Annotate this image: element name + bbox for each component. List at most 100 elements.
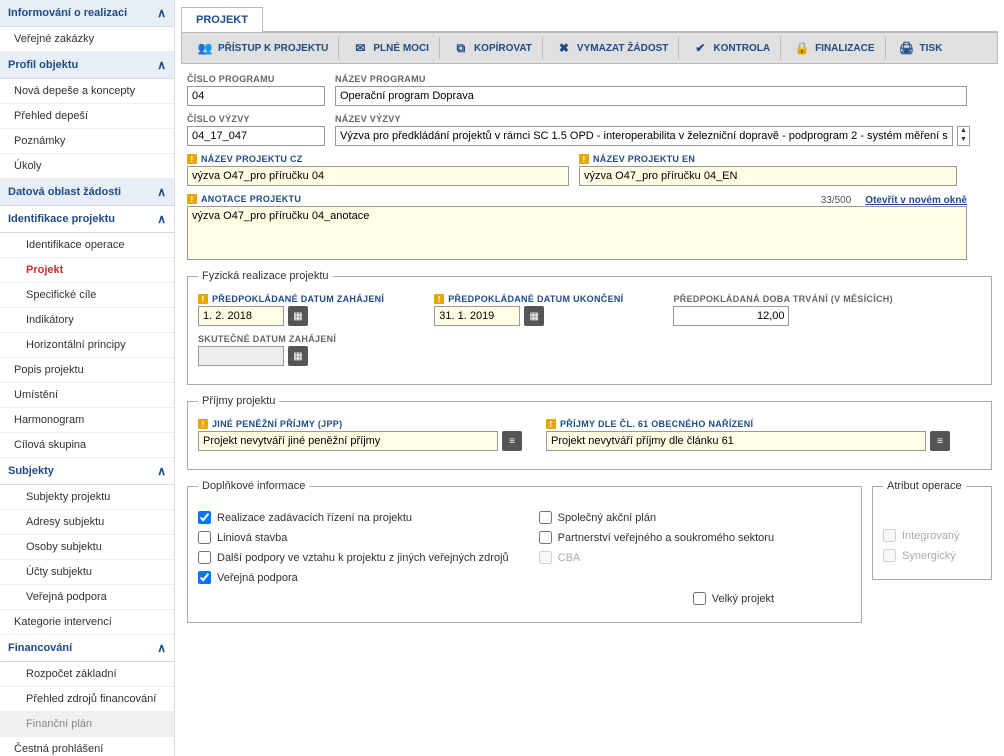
checkbox-row-verejna: Veřejná podpora bbox=[198, 571, 509, 584]
checkbox-velky[interactable] bbox=[693, 592, 706, 605]
sidebar-item-cestna[interactable]: Čestná prohlášení bbox=[0, 737, 174, 756]
input-cl61[interactable] bbox=[546, 431, 926, 451]
checkbox-row-velky: Velký projekt bbox=[539, 592, 774, 605]
toolbar-finalizace[interactable]: 🔒 FINALIZACE bbox=[785, 37, 885, 59]
label-dat-ukon: PŘEDPOKLÁDANÉ DATUM UKONČENÍ bbox=[434, 294, 623, 304]
sidebar-item-ucty[interactable]: Účty subjektu bbox=[0, 560, 174, 585]
input-jpp[interactable] bbox=[198, 431, 498, 451]
sidebar-item-horiz[interactable]: Horizontální principy bbox=[0, 333, 174, 358]
sidebar-item-kateg[interactable]: Kategorie intervencí bbox=[0, 610, 174, 635]
sidebar-group-datova[interactable]: Datová oblast žádosti∧ bbox=[0, 179, 174, 206]
sidebar-item-rozpocet[interactable]: Rozpočet základní bbox=[0, 662, 174, 687]
label-cislo-vyzvy: ČÍSLO VÝZVY bbox=[187, 114, 325, 124]
chevron-up-icon: ∧ bbox=[157, 6, 166, 20]
sidebar-group-fin[interactable]: Financování∧ bbox=[0, 635, 174, 662]
sidebar-item-indik[interactable]: Indikátory bbox=[0, 308, 174, 333]
toolbar-plnemoci[interactable]: ✉PLNÉ MOCI bbox=[343, 37, 440, 59]
field-cl61: PŘÍJMY DLE ČL. 61 OBECNÉHO NAŘÍZENÍ ≡ bbox=[546, 419, 950, 451]
checkbox-row-spol: Společný akční plán bbox=[539, 511, 774, 524]
checkbox-row-partner: Partnerství veřejného a soukromého sekto… bbox=[539, 531, 774, 544]
legend-dopl: Doplňkové informace bbox=[198, 480, 309, 492]
chevron-up-icon: ∧ bbox=[157, 641, 166, 655]
sidebar-item-popis[interactable]: Popis projektu bbox=[0, 358, 174, 383]
toolbar-kontrola[interactable]: ✔KONTROLA bbox=[683, 37, 781, 59]
checkbox-realiz[interactable] bbox=[198, 511, 211, 524]
sidebar-group-profil[interactable]: Profil objektu∧ bbox=[0, 52, 174, 79]
sidebar-item-projekt[interactable]: Projekt bbox=[0, 258, 174, 283]
legend-fyzicka: Fyzická realizace projektu bbox=[198, 270, 333, 282]
sidebar-group-subj[interactable]: Subjekty∧ bbox=[0, 458, 174, 485]
sidebar-item-harmon[interactable]: Harmonogram bbox=[0, 408, 174, 433]
input-dat-ukon[interactable] bbox=[434, 306, 520, 326]
toolbar-vymazat[interactable]: ✖VYMAZAT ŽÁDOST bbox=[547, 37, 679, 59]
toolbar-label: KOPÍROVAT bbox=[474, 43, 532, 54]
checkbox-row-integr: Integrovaný bbox=[883, 529, 981, 542]
checkbox-verejna[interactable] bbox=[198, 571, 211, 584]
field-dat-zah: PŘEDPOKLÁDANÉ DATUM ZAHÁJENÍ ▦ bbox=[198, 294, 384, 326]
input-dat-zah[interactable] bbox=[198, 306, 284, 326]
input-cislo-programu[interactable] bbox=[187, 86, 325, 106]
field-anotace: ANOTACE PROJEKTU 33/500 Otevřít v novém … bbox=[187, 194, 992, 260]
chevron-up-icon: ∧ bbox=[157, 464, 166, 478]
checkbox-spol[interactable] bbox=[539, 511, 552, 524]
sidebar-group-ident[interactable]: Identifikace projektu∧ bbox=[0, 206, 174, 233]
sidebar-item-adresy[interactable]: Adresy subjektu bbox=[0, 510, 174, 535]
sidebar-item-osoby[interactable]: Osoby subjektu bbox=[0, 535, 174, 560]
checkbox-row-cba: CBA bbox=[539, 551, 774, 564]
sidebar-item-umist[interactable]: Umístění bbox=[0, 383, 174, 408]
fieldset-prijmy: Příjmy projektu JINÉ PENĚŽNÍ PŘÍJMY (JPP… bbox=[187, 395, 992, 470]
required-icon bbox=[434, 294, 444, 304]
toolbar-tisk[interactable]: 🖨TISK bbox=[890, 37, 953, 59]
sidebar-item-prehled-zdr[interactable]: Přehled zdrojů financování bbox=[0, 687, 174, 712]
sidebar-item-ukoly[interactable]: Úkoly bbox=[0, 154, 174, 179]
label-anotace: ANOTACE PROJEKTU bbox=[187, 194, 301, 204]
required-icon bbox=[198, 419, 208, 429]
input-skut-zah[interactable] bbox=[198, 346, 284, 366]
sidebar-item-spec[interactable]: Specifické cíle bbox=[0, 283, 174, 308]
sidebar-item-finplan[interactable]: Finanční plán bbox=[0, 712, 174, 737]
required-icon bbox=[579, 154, 589, 164]
spin-down-icon[interactable]: ▼ bbox=[958, 136, 969, 145]
mail-icon: ✉ bbox=[353, 41, 367, 55]
textarea-anotace[interactable] bbox=[187, 206, 967, 260]
sidebar-group-info[interactable]: Informování o realizaci ∧ bbox=[0, 0, 174, 27]
sidebar-item-subj-proj[interactable]: Subjekty projektu bbox=[0, 485, 174, 510]
input-nazev-vyzvy[interactable] bbox=[335, 126, 953, 146]
field-jpp: JINÉ PENĚŽNÍ PŘÍJMY (JPP) ≡ bbox=[198, 419, 522, 451]
input-cislo-vyzvy[interactable] bbox=[187, 126, 325, 146]
label-nazev-vyzvy: NÁZEV VÝZVY bbox=[335, 114, 992, 124]
sidebar-item-nova-depese[interactable]: Nová depeše a koncepty bbox=[0, 79, 174, 104]
input-nazev-cz[interactable] bbox=[187, 166, 569, 186]
sidebar-item-poznamky[interactable]: Poznámky bbox=[0, 129, 174, 154]
toolbar-label: VYMAZAT ŽÁDOST bbox=[577, 43, 668, 54]
checkbox-linio[interactable] bbox=[198, 531, 211, 544]
input-nazev-programu[interactable] bbox=[335, 86, 967, 106]
input-doba[interactable] bbox=[673, 306, 789, 326]
sidebar-group-label: Informování o realizaci bbox=[8, 7, 127, 19]
list-icon[interactable]: ≡ bbox=[502, 431, 522, 451]
lock-icon: 🔒 bbox=[795, 41, 809, 55]
sidebar-item-verejna[interactable]: Veřejná podpora bbox=[0, 585, 174, 610]
calendar-icon[interactable]: ▦ bbox=[288, 346, 308, 366]
check-icon: ✔ bbox=[693, 41, 707, 55]
calendar-icon[interactable]: ▦ bbox=[288, 306, 308, 326]
calendar-icon[interactable]: ▦ bbox=[524, 306, 544, 326]
toolbar-pristup[interactable]: 👥PŘÍSTUP K PROJEKTU bbox=[188, 37, 339, 59]
toolbar-label: FINALIZACE bbox=[815, 43, 874, 54]
input-nazev-en[interactable] bbox=[579, 166, 957, 186]
sidebar-item-prehled-depesi[interactable]: Přehled depeší bbox=[0, 104, 174, 129]
print-icon: 🖨 bbox=[900, 41, 914, 55]
tab-projekt[interactable]: PROJEKT bbox=[181, 7, 263, 32]
list-icon[interactable]: ≡ bbox=[930, 431, 950, 451]
toolbar-kopirovat[interactable]: ⧉KOPÍROVAT bbox=[444, 37, 543, 59]
sidebar-item-cilova[interactable]: Cílová skupina bbox=[0, 433, 174, 458]
char-counter: 33/500 bbox=[821, 195, 852, 206]
spin-up-icon[interactable]: ▲ bbox=[958, 127, 969, 136]
open-new-window-link[interactable]: Otevřít v novém okně bbox=[865, 195, 967, 206]
form: ČÍSLO PROGRAMU NÁZEV PROGRAMU ČÍSLO VÝZV… bbox=[181, 64, 998, 633]
sidebar-item-zakazky[interactable]: Veřejné zakázky bbox=[0, 27, 174, 52]
checkbox-dalsi[interactable] bbox=[198, 551, 211, 564]
checkbox-partner[interactable] bbox=[539, 531, 552, 544]
sidebar-item-ident-op[interactable]: Identifikace operace bbox=[0, 233, 174, 258]
main: PROJEKT 👥PŘÍSTUP K PROJEKTU ✉PLNÉ MOCI ⧉… bbox=[175, 0, 1004, 756]
